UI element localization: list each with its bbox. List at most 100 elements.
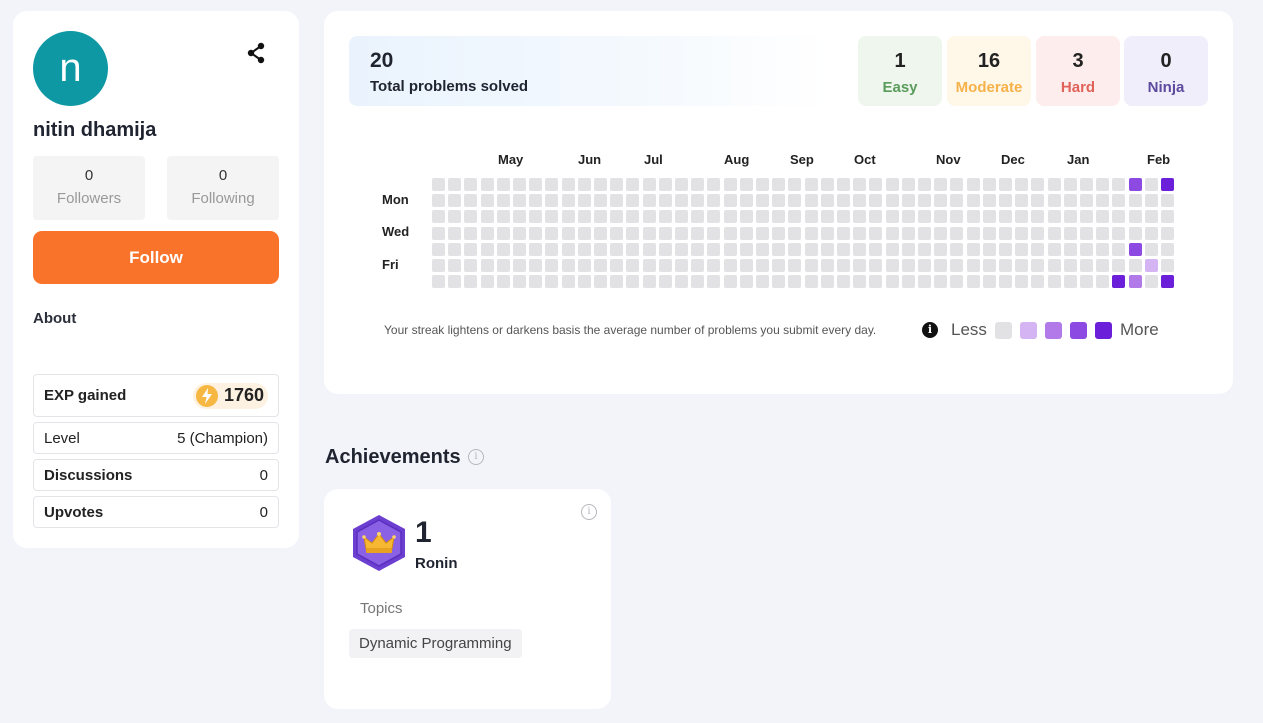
heatmap-cell[interactable] xyxy=(788,194,802,208)
heatmap-cell[interactable] xyxy=(513,178,526,191)
heatmap-cell[interactable] xyxy=(448,275,462,289)
heatmap-cell[interactable] xyxy=(496,210,510,224)
heatmap-cell[interactable] xyxy=(1063,178,1077,191)
heatmap-cell[interactable] xyxy=(1080,194,1093,208)
heatmap-cell[interactable] xyxy=(513,242,526,256)
heatmap-cell[interactable] xyxy=(853,178,867,191)
heatmap-cell[interactable] xyxy=(1161,178,1174,191)
heatmap-cell[interactable] xyxy=(464,242,478,256)
heatmap-cell[interactable] xyxy=(594,226,607,240)
heatmap-cell[interactable] xyxy=(675,226,688,240)
heatmap-cell[interactable] xyxy=(739,259,753,272)
heatmap-cell[interactable] xyxy=(999,210,1012,224)
heatmap-cell[interactable] xyxy=(1080,275,1093,289)
heatmap-cell[interactable] xyxy=(950,226,964,240)
heatmap-cell[interactable] xyxy=(1112,259,1126,272)
heatmap-cell[interactable] xyxy=(480,210,494,224)
heatmap-cell[interactable] xyxy=(594,210,607,224)
heatmap-cell[interactable] xyxy=(464,275,478,289)
heatmap-cell[interactable] xyxy=(1047,226,1061,240)
heatmap-cell[interactable] xyxy=(513,259,526,272)
heatmap-cell[interactable] xyxy=(626,210,640,224)
info-icon[interactable]: i xyxy=(922,322,938,338)
heatmap-cell[interactable] xyxy=(999,226,1012,240)
heatmap-cell[interactable] xyxy=(1047,259,1061,272)
heatmap-cell[interactable] xyxy=(610,194,624,208)
heatmap-cell[interactable] xyxy=(432,178,445,191)
heatmap-cell[interactable] xyxy=(837,259,850,272)
heatmap-cell[interactable] xyxy=(853,226,867,240)
heatmap-cell[interactable] xyxy=(788,259,802,272)
heatmap-cell[interactable] xyxy=(1080,242,1093,256)
heatmap-cell[interactable] xyxy=(804,242,818,256)
heatmap-cell[interactable] xyxy=(739,275,753,289)
heatmap-cell[interactable] xyxy=(496,178,510,191)
heatmap-cell[interactable] xyxy=(1096,178,1110,191)
heatmap-cell[interactable] xyxy=(772,242,786,256)
heatmap-cell[interactable] xyxy=(1128,275,1142,289)
heatmap-cell[interactable] xyxy=(804,194,818,208)
heatmap-cell[interactable] xyxy=(610,178,624,191)
heatmap-cell[interactable] xyxy=(820,275,834,289)
heatmap-cell[interactable] xyxy=(1096,194,1110,208)
heatmap-cell[interactable] xyxy=(885,259,899,272)
heatmap-cell[interactable] xyxy=(707,259,721,272)
heatmap-cell[interactable] xyxy=(691,242,705,256)
heatmap-cell[interactable] xyxy=(675,259,688,272)
heatmap-cell[interactable] xyxy=(950,242,964,256)
heatmap-cell[interactable] xyxy=(691,210,705,224)
heatmap-cell[interactable] xyxy=(658,210,672,224)
heatmap-cell[interactable] xyxy=(756,242,769,256)
heatmap-cell[interactable] xyxy=(707,194,721,208)
heatmap-cell[interactable] xyxy=(966,178,980,191)
heatmap-cell[interactable] xyxy=(1128,210,1142,224)
heatmap-cell[interactable] xyxy=(804,178,818,191)
heatmap-cell[interactable] xyxy=(545,275,559,289)
heatmap-cell[interactable] xyxy=(610,242,624,256)
heatmap-cell[interactable] xyxy=(642,210,656,224)
heatmap-cell[interactable] xyxy=(513,194,526,208)
heatmap-cell[interactable] xyxy=(561,178,575,191)
heatmap-cell[interactable] xyxy=(1112,194,1126,208)
heatmap-cell[interactable] xyxy=(837,275,850,289)
heatmap-cell[interactable] xyxy=(885,275,899,289)
heatmap-cell[interactable] xyxy=(788,226,802,240)
heatmap-cell[interactable] xyxy=(1096,226,1110,240)
heatmap-cell[interactable] xyxy=(513,226,526,240)
heatmap-cell[interactable] xyxy=(820,242,834,256)
heatmap-cell[interactable] xyxy=(723,275,737,289)
heatmap-cell[interactable] xyxy=(529,242,543,256)
heatmap-cell[interactable] xyxy=(772,259,786,272)
heatmap-cell[interactable] xyxy=(1144,226,1158,240)
heatmap-cell[interactable] xyxy=(448,194,462,208)
heatmap-cell[interactable] xyxy=(545,194,559,208)
heatmap-cell[interactable] xyxy=(1031,242,1045,256)
ninja-box[interactable]: 0 Ninja xyxy=(1124,36,1208,106)
heatmap-cell[interactable] xyxy=(820,194,834,208)
heatmap-cell[interactable] xyxy=(1161,275,1174,289)
heatmap-cell[interactable] xyxy=(756,210,769,224)
heatmap-cell[interactable] xyxy=(1047,242,1061,256)
heatmap-cell[interactable] xyxy=(756,178,769,191)
heatmap-cell[interactable] xyxy=(480,259,494,272)
heatmap-cell[interactable] xyxy=(594,194,607,208)
heatmap-cell[interactable] xyxy=(545,210,559,224)
heatmap-cell[interactable] xyxy=(837,210,850,224)
moderate-box[interactable]: 16 Moderate xyxy=(947,36,1031,106)
heatmap-cell[interactable] xyxy=(756,226,769,240)
heatmap-cell[interactable] xyxy=(1063,194,1077,208)
heatmap-cell[interactable] xyxy=(1144,275,1158,289)
heatmap-cell[interactable] xyxy=(626,275,640,289)
heatmap-cell[interactable] xyxy=(820,259,834,272)
heatmap-cell[interactable] xyxy=(642,259,656,272)
heatmap-cell[interactable] xyxy=(1144,210,1158,224)
heatmap-cell[interactable] xyxy=(1161,194,1174,208)
heatmap-cell[interactable] xyxy=(513,210,526,224)
heatmap-cell[interactable] xyxy=(901,178,915,191)
heatmap-cell[interactable] xyxy=(901,242,915,256)
heatmap-cell[interactable] xyxy=(1128,259,1142,272)
heatmap-cell[interactable] xyxy=(1031,178,1045,191)
heatmap-cell[interactable] xyxy=(642,226,656,240)
heatmap-cell[interactable] xyxy=(529,259,543,272)
heatmap-cell[interactable] xyxy=(642,275,656,289)
